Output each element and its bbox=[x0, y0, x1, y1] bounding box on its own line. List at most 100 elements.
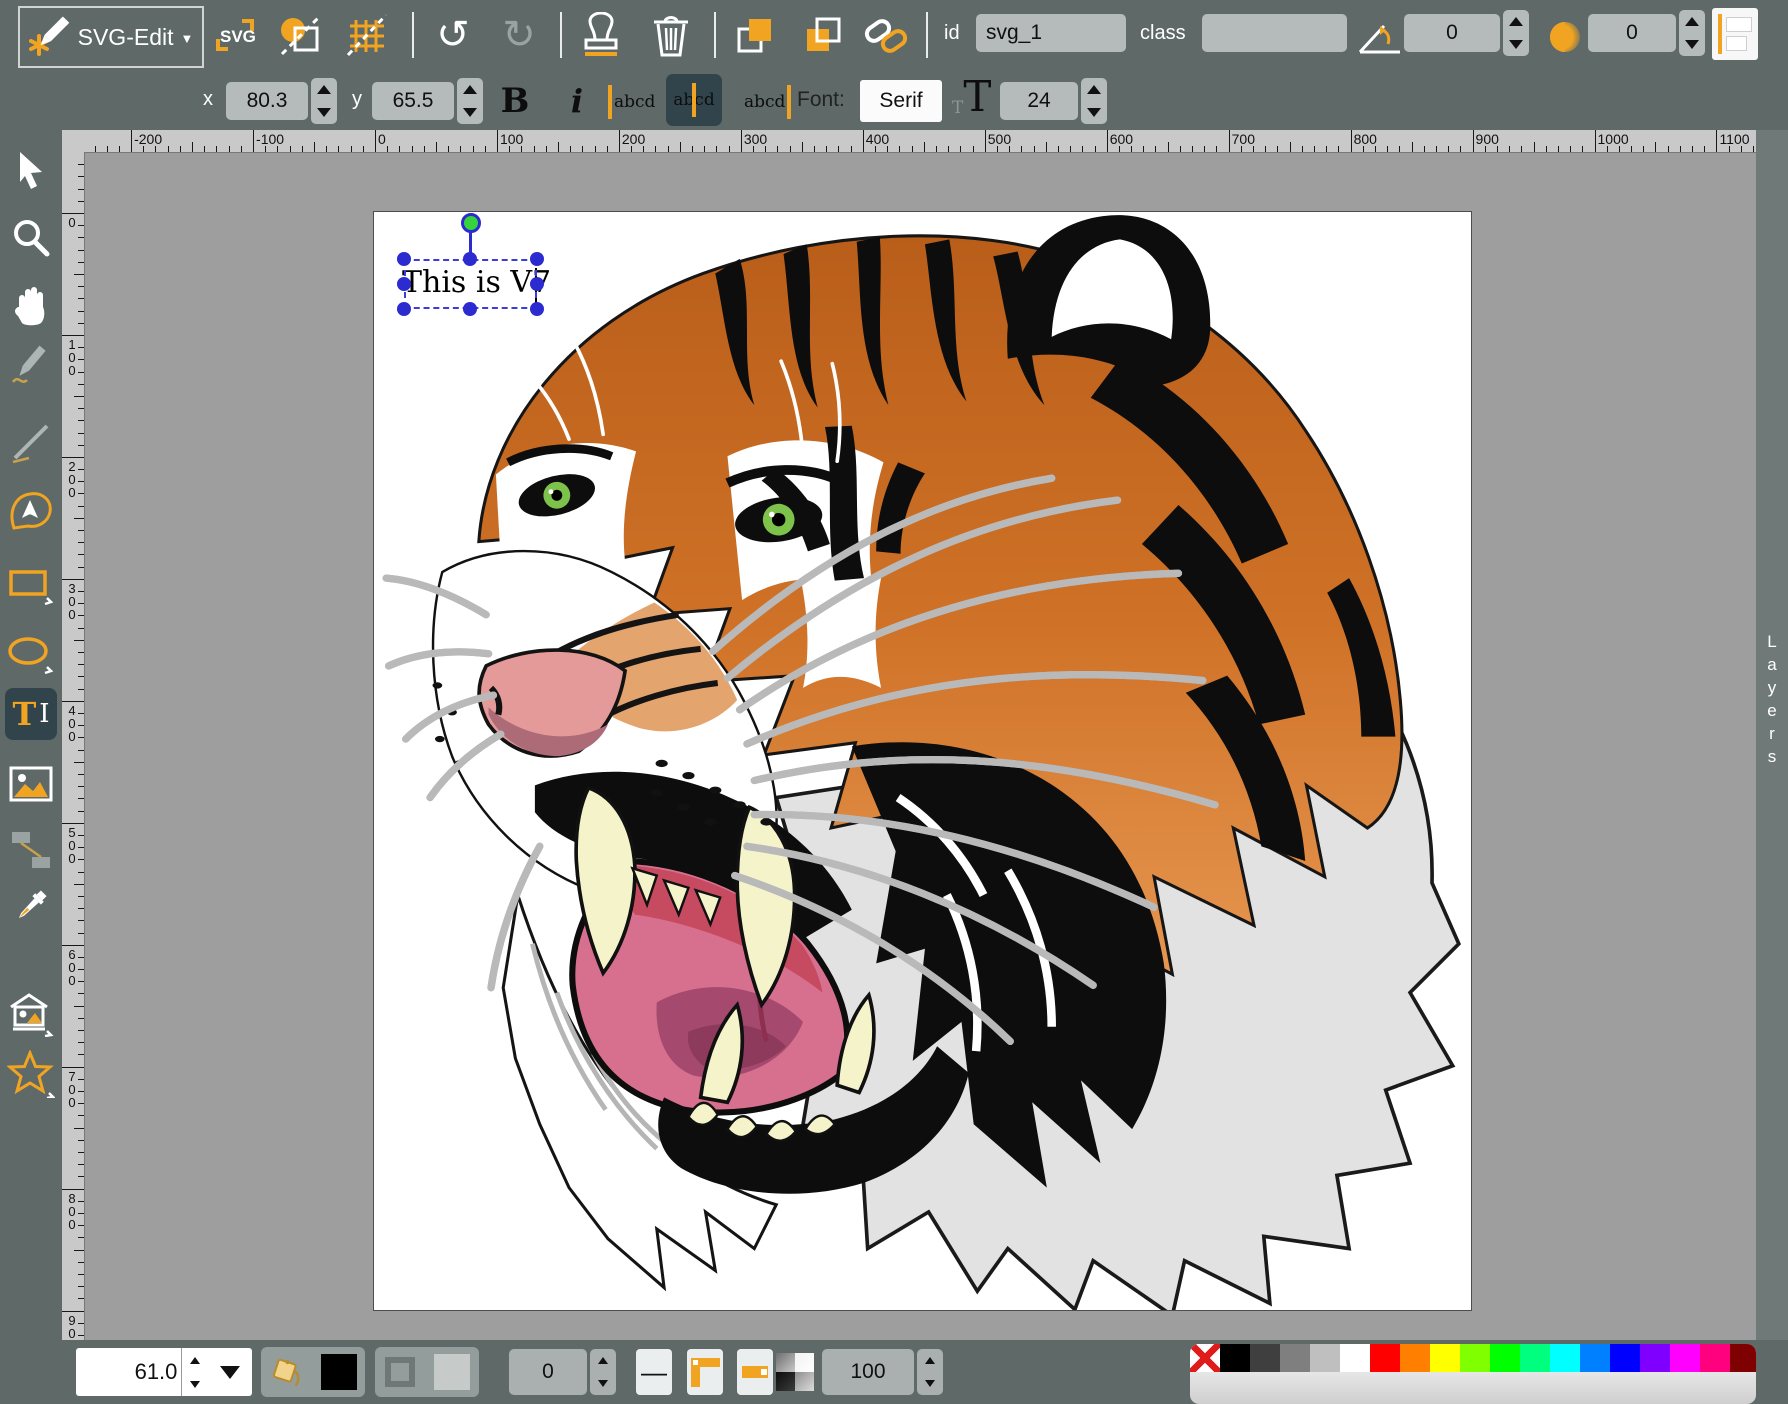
palette-swatch[interactable] bbox=[1640, 1344, 1670, 1372]
angle-down-button[interactable] bbox=[1503, 33, 1529, 56]
palette-swatch[interactable] bbox=[1250, 1344, 1280, 1372]
palette-swatch[interactable] bbox=[1490, 1344, 1520, 1372]
selection-handle-nw[interactable] bbox=[397, 252, 411, 266]
clone-button[interactable] bbox=[576, 10, 626, 60]
blur-input[interactable]: 0 bbox=[1588, 14, 1676, 52]
x-input[interactable]: 80.3 bbox=[226, 82, 308, 120]
font-family-button[interactable]: Serif bbox=[860, 80, 942, 122]
italic-button[interactable]: i bbox=[552, 76, 602, 126]
zoom-spinner[interactable] bbox=[181, 1348, 208, 1396]
selection-handle-w[interactable] bbox=[397, 277, 411, 291]
angle-spinner[interactable] bbox=[1503, 10, 1529, 56]
palette-swatch[interactable] bbox=[1220, 1344, 1250, 1372]
opacity-input[interactable]: 100 bbox=[822, 1349, 914, 1395]
selection-handle-s[interactable] bbox=[463, 302, 477, 316]
fill-color-swatch[interactable] bbox=[321, 1354, 357, 1390]
opacity-spinner[interactable] bbox=[917, 1349, 943, 1395]
text-anchor-start-button[interactable]: abcd bbox=[608, 80, 657, 124]
palette-swatch[interactable] bbox=[1520, 1344, 1550, 1372]
stroke-width-spinner[interactable] bbox=[590, 1349, 616, 1395]
pan-tool-button[interactable] bbox=[7, 282, 55, 330]
shape-library-button[interactable] bbox=[7, 990, 55, 1038]
zoom-widget[interactable]: 61.0 bbox=[76, 1348, 252, 1396]
zoom-down-button[interactable] bbox=[182, 1372, 208, 1396]
font-size-spinner[interactable] bbox=[1081, 78, 1107, 124]
star-tool-button[interactable] bbox=[7, 1050, 55, 1098]
connector-tool-button[interactable] bbox=[7, 826, 55, 874]
align-relative-selector[interactable] bbox=[1712, 8, 1758, 60]
opacity-gradient-icon[interactable] bbox=[776, 1353, 814, 1391]
text-anchor-middle-button[interactable]: abcd bbox=[666, 74, 722, 126]
y-down-button[interactable] bbox=[457, 101, 483, 124]
font-size-down-button[interactable] bbox=[1081, 101, 1107, 124]
layers-panel-toggle[interactable]: Layers bbox=[1756, 130, 1788, 1340]
class-input[interactable] bbox=[1202, 14, 1347, 52]
zoom-preset-dropdown[interactable] bbox=[208, 1348, 252, 1396]
x-down-button[interactable] bbox=[311, 101, 337, 124]
stroke-width-down-button[interactable] bbox=[590, 1372, 616, 1395]
selection-handle-ne[interactable] bbox=[530, 252, 544, 266]
x-up-button[interactable] bbox=[311, 78, 337, 101]
wireframe-button[interactable] bbox=[276, 10, 326, 60]
palette-swatch[interactable] bbox=[1310, 1344, 1340, 1372]
stroke-color-swatch[interactable] bbox=[434, 1354, 470, 1390]
rect-tool-button[interactable] bbox=[7, 562, 55, 610]
y-input[interactable]: 65.5 bbox=[372, 82, 454, 120]
palette-swatch[interactable] bbox=[1460, 1344, 1490, 1372]
select-tool-button[interactable] bbox=[7, 146, 55, 194]
make-link-button[interactable] bbox=[860, 10, 910, 60]
selection-handle-e[interactable] bbox=[530, 277, 544, 291]
zoom-up-button[interactable] bbox=[182, 1348, 208, 1372]
snap-grid-button[interactable] bbox=[342, 10, 392, 60]
palette-swatch[interactable] bbox=[1580, 1344, 1610, 1372]
stroke-width-input[interactable]: 0 bbox=[509, 1349, 587, 1395]
source-editor-button[interactable]: SVG bbox=[210, 10, 260, 60]
angle-up-button[interactable] bbox=[1503, 10, 1529, 33]
id-input[interactable] bbox=[976, 14, 1126, 52]
palette-swatch[interactable] bbox=[1550, 1344, 1580, 1372]
rotate-handle[interactable] bbox=[461, 213, 481, 233]
palette-swatch[interactable] bbox=[1730, 1344, 1756, 1372]
palette-swatch[interactable] bbox=[1400, 1344, 1430, 1372]
palette-swatch[interactable] bbox=[1370, 1344, 1400, 1372]
opacity-down-button[interactable] bbox=[917, 1372, 943, 1395]
path-tool-button[interactable] bbox=[7, 487, 55, 535]
blur-spinner[interactable] bbox=[1679, 10, 1705, 56]
move-to-bottom-button[interactable] bbox=[798, 10, 848, 60]
font-size-up-button[interactable] bbox=[1081, 78, 1107, 101]
move-to-top-button[interactable] bbox=[730, 10, 780, 60]
redo-button[interactable]: ↻ bbox=[494, 10, 544, 60]
palette-swatch[interactable] bbox=[1670, 1344, 1700, 1372]
linejoin-button[interactable] bbox=[687, 1349, 723, 1395]
y-up-button[interactable] bbox=[457, 78, 483, 101]
pencil-tool-button[interactable] bbox=[7, 342, 55, 390]
palette-swatch[interactable] bbox=[1610, 1344, 1640, 1372]
selection-handle-se[interactable] bbox=[530, 302, 544, 316]
text-anchor-end-button[interactable]: abcd bbox=[742, 80, 791, 124]
text-tool-button[interactable]: T I bbox=[5, 688, 57, 740]
palette-swatch[interactable] bbox=[1700, 1344, 1730, 1372]
zoom-tool-button[interactable] bbox=[7, 214, 55, 262]
opacity-up-button[interactable] bbox=[917, 1349, 943, 1372]
palette-swatch[interactable] bbox=[1190, 1344, 1220, 1372]
linecap-button[interactable] bbox=[737, 1349, 773, 1395]
selection-handle-n[interactable] bbox=[463, 252, 477, 266]
palette-swatch[interactable] bbox=[1430, 1344, 1460, 1372]
ellipse-tool-button[interactable] bbox=[7, 631, 55, 679]
selection-handle-sw[interactable] bbox=[397, 302, 411, 316]
stroke-width-up-button[interactable] bbox=[590, 1349, 616, 1372]
y-spinner[interactable] bbox=[457, 78, 483, 124]
svg-canvas[interactable]: This is V7 bbox=[374, 212, 1471, 1310]
palette-swatch[interactable] bbox=[1340, 1344, 1370, 1372]
line-tool-button[interactable] bbox=[7, 418, 55, 466]
main-menu-button[interactable]: SVG-Edit ▼ bbox=[18, 6, 204, 68]
delete-button[interactable] bbox=[646, 10, 696, 60]
undo-button[interactable]: ↺ bbox=[428, 10, 478, 60]
zoom-input[interactable]: 61.0 bbox=[76, 1348, 181, 1396]
image-tool-button[interactable] bbox=[7, 760, 55, 808]
palette-swatch[interactable] bbox=[1280, 1344, 1310, 1372]
font-size-input[interactable]: 24 bbox=[1000, 82, 1078, 120]
blur-up-button[interactable] bbox=[1679, 10, 1705, 33]
blur-down-button[interactable] bbox=[1679, 33, 1705, 56]
stroke-style-button[interactable]: — bbox=[636, 1349, 672, 1395]
